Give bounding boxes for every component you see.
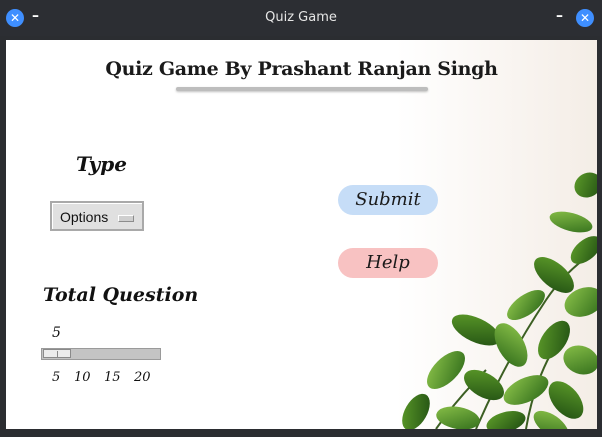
total-question-label: Total Question — [43, 284, 199, 306]
help-button[interactable]: Help — [338, 248, 438, 278]
dropdown-indicator-icon — [118, 215, 134, 222]
tick-label: 20 — [134, 370, 151, 385]
app-heading: Quiz Game By Prashant Ranjan Singh — [105, 58, 498, 80]
heading-underline — [176, 87, 428, 91]
tick-label: 15 — [104, 370, 121, 385]
minimize-icon[interactable]: – — [556, 8, 563, 24]
tick-label: 10 — [74, 370, 91, 385]
type-options-dropdown[interactable]: Options — [50, 201, 144, 231]
slider-handle[interactable] — [43, 349, 71, 358]
dropdown-value: Options — [60, 209, 109, 225]
window-titlebar: ✕ – Quiz Game – ✕ — [0, 0, 602, 36]
question-count-value: 5 — [52, 325, 61, 341]
plant-illustration — [396, 40, 597, 429]
type-label: Type — [76, 152, 128, 176]
submit-button[interactable]: Submit — [338, 185, 438, 215]
question-count-slider[interactable] — [41, 348, 161, 360]
app-canvas: Quiz Game By Prashant Ranjan Singh Type … — [6, 40, 597, 429]
close-icon[interactable]: ✕ — [576, 9, 594, 27]
tick-label: 5 — [52, 370, 61, 385]
window-title: Quiz Game — [265, 10, 337, 25]
